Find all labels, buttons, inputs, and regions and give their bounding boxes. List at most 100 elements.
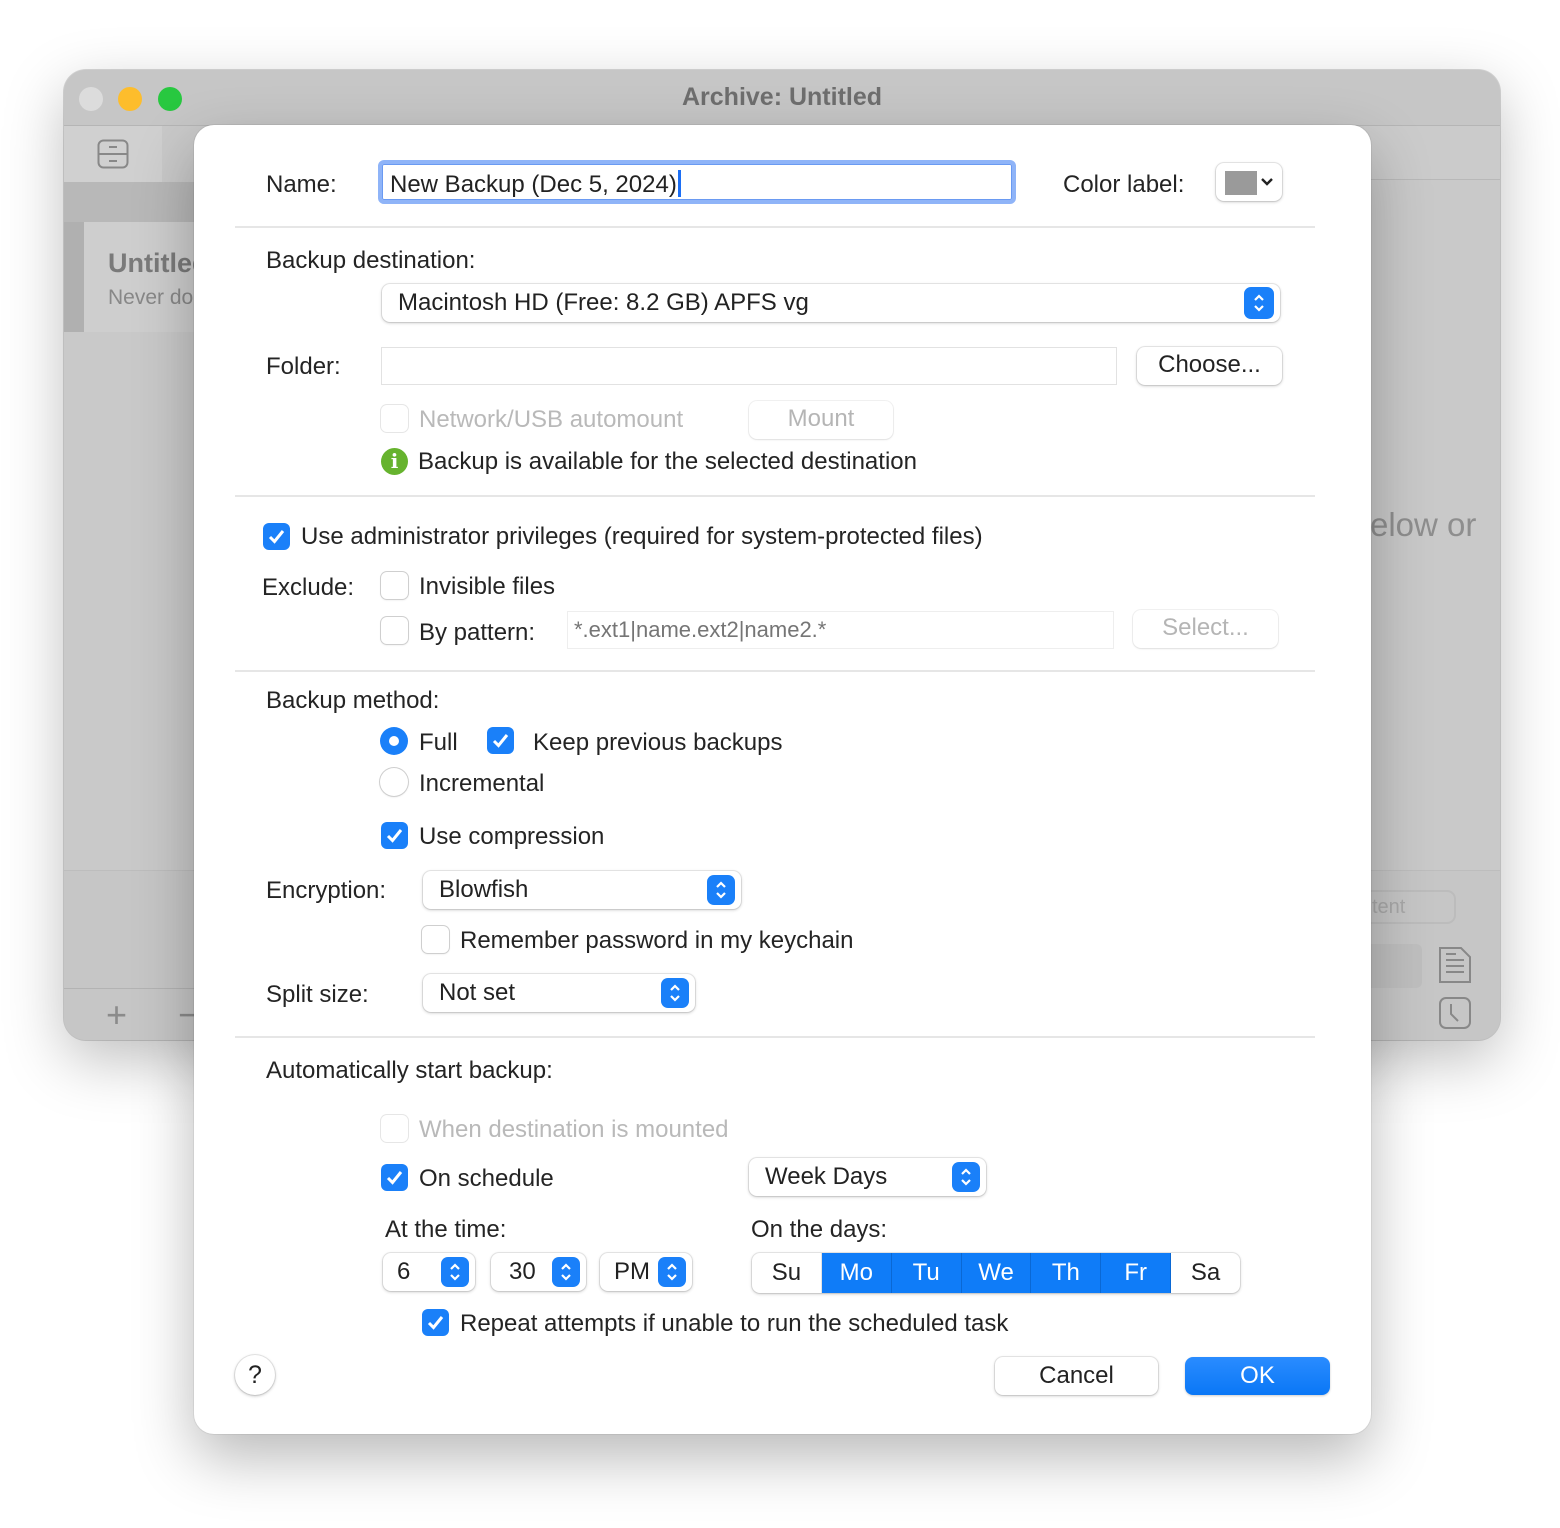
day-friday[interactable]: Fr <box>1101 1253 1172 1293</box>
method-full-radio[interactable] <box>380 727 408 755</box>
folder-input[interactable] <box>382 348 1116 384</box>
day-thursday[interactable]: Th <box>1031 1253 1102 1293</box>
day-tuesday[interactable]: Tu <box>891 1253 962 1293</box>
ok-button[interactable]: OK <box>1185 1357 1330 1395</box>
ampm-value: PM <box>614 1258 650 1285</box>
encryption-value: Blowfish <box>439 876 529 903</box>
popup-stepper-icon <box>1244 287 1274 319</box>
exclude-label: Exclude: <box>262 574 355 601</box>
split-size-label: Split size: <box>266 981 369 1008</box>
schedule-value: Week Days <box>765 1163 888 1190</box>
invisible-files-label: Invisible files <box>419 573 556 600</box>
on-schedule-label: On schedule <box>419 1165 554 1192</box>
on-days-label: On the days: <box>751 1216 888 1243</box>
separator <box>235 670 1315 672</box>
stepper-icon[interactable] <box>658 1257 686 1287</box>
admin-privileges-checkbox[interactable] <box>263 523 290 550</box>
day-wednesday[interactable]: We <box>961 1253 1032 1293</box>
color-label-picker[interactable] <box>1216 163 1282 201</box>
choose-folder-button[interactable]: Choose... <box>1137 347 1282 385</box>
checkmark-icon <box>492 734 509 748</box>
separator <box>235 495 1315 497</box>
schedule-popup[interactable]: Week Days <box>749 1158 986 1196</box>
sidebar-header <box>64 182 194 222</box>
by-pattern-checkbox[interactable] <box>381 617 408 644</box>
checkmark-icon <box>386 829 403 843</box>
chevron-down-icon <box>1261 178 1273 186</box>
remember-password-label: Remember password in my keychain <box>460 927 854 954</box>
destination-label: Backup destination: <box>266 247 476 274</box>
status-message: Backup is available for the selected des… <box>418 448 917 475</box>
color-swatch <box>1225 171 1257 195</box>
checkmark-icon <box>268 530 285 544</box>
text-caret <box>677 170 681 197</box>
automount-checkbox[interactable] <box>381 405 408 432</box>
mount-button[interactable]: Mount <box>749 401 893 439</box>
stepper-icon[interactable] <box>441 1257 469 1287</box>
remember-password-checkbox[interactable] <box>422 926 449 953</box>
separator <box>235 226 1315 228</box>
minute-value: 30 <box>509 1258 536 1285</box>
day-saturday[interactable]: Sa <box>1171 1253 1240 1293</box>
compression-label: Use compression <box>419 823 605 850</box>
folder-label: Folder: <box>266 353 341 380</box>
weekday-selector: Su Mo Tu We Th Fr Sa <box>752 1253 1240 1293</box>
destination-value: Macintosh HD (Free: 8.2 GB) APFS vg <box>398 289 809 316</box>
popup-stepper-icon <box>952 1162 980 1192</box>
method-full-label: Full <box>419 729 458 756</box>
method-incremental-label: Incremental <box>419 770 545 797</box>
checkmark-icon <box>386 1171 403 1185</box>
color-label-label: Color label: <box>1063 171 1185 198</box>
sidebar-item-untitled[interactable]: Untitled Never done <box>64 222 217 332</box>
add-archive-button[interactable]: + <box>106 994 127 1036</box>
drawer-icon <box>97 139 129 169</box>
background-hint-text: elow or <box>1370 506 1477 543</box>
cancel-button[interactable]: Cancel <box>995 1357 1158 1395</box>
admin-privileges-label: Use administrator privileges (required f… <box>301 523 983 550</box>
checkmark-icon <box>427 1316 444 1330</box>
repeat-attempts-label: Repeat attempts if unable to run the sch… <box>460 1310 1009 1337</box>
pattern-input[interactable] <box>568 612 1113 648</box>
on-schedule-checkbox[interactable] <box>381 1164 408 1191</box>
content-header <box>1364 126 1500 180</box>
backup-method-label: Backup method: <box>266 687 440 714</box>
name-input-value: New Backup (Dec 5, 2024) <box>390 171 677 198</box>
ampm-stepper[interactable]: PM <box>600 1253 692 1291</box>
day-sunday[interactable]: Su <box>752 1253 822 1293</box>
destination-popup[interactable]: Macintosh HD (Free: 8.2 GB) APFS vg <box>382 284 1280 322</box>
repeat-attempts-checkbox[interactable] <box>422 1309 449 1336</box>
hour-value: 6 <box>397 1258 411 1285</box>
help-button[interactable]: ? <box>235 1355 275 1395</box>
name-label: Name: <box>266 171 337 198</box>
auto-start-label: Automatically start backup: <box>266 1057 553 1084</box>
name-input[interactable]: New Backup (Dec 5, 2024) <box>378 160 1016 204</box>
day-monday[interactable]: Mo <box>821 1253 892 1293</box>
stepper-icon[interactable] <box>552 1257 580 1287</box>
compression-checkbox[interactable] <box>381 822 408 849</box>
schedule-icon[interactable] <box>1438 996 1472 1030</box>
keep-previous-label: Keep previous backups <box>533 729 783 756</box>
popup-stepper-icon <box>707 875 735 905</box>
encryption-label: Encryption: <box>266 877 387 904</box>
window-title: Archive: Untitled <box>681 83 883 111</box>
select-pattern-button[interactable]: Select... <box>1133 610 1278 648</box>
method-incremental-radio[interactable] <box>380 768 408 796</box>
separator <box>235 1036 1315 1038</box>
minute-stepper[interactable]: 30 <box>491 1253 586 1291</box>
automount-label: Network/USB automount <box>419 406 684 433</box>
hour-stepper[interactable]: 6 <box>383 1253 475 1291</box>
split-size-popup[interactable]: Not set <box>423 974 695 1012</box>
popup-stepper-icon <box>661 978 689 1008</box>
by-pattern-label: By pattern: <box>419 619 536 646</box>
keep-previous-checkbox[interactable] <box>487 727 514 754</box>
document-icon[interactable] <box>1438 946 1472 984</box>
title-bar: Archive: Untitled <box>64 70 1500 126</box>
when-mounted-checkbox[interactable] <box>381 1115 408 1142</box>
when-mounted-label: When destination is mounted <box>419 1116 729 1143</box>
sidebar-footer-divider <box>64 988 194 989</box>
encryption-popup[interactable]: Blowfish <box>423 871 741 909</box>
invisible-files-checkbox[interactable] <box>381 572 408 599</box>
at-time-label: At the time: <box>385 1216 507 1243</box>
split-size-value: Not set <box>439 979 516 1006</box>
sidebar-archive-tab[interactable] <box>64 126 162 182</box>
